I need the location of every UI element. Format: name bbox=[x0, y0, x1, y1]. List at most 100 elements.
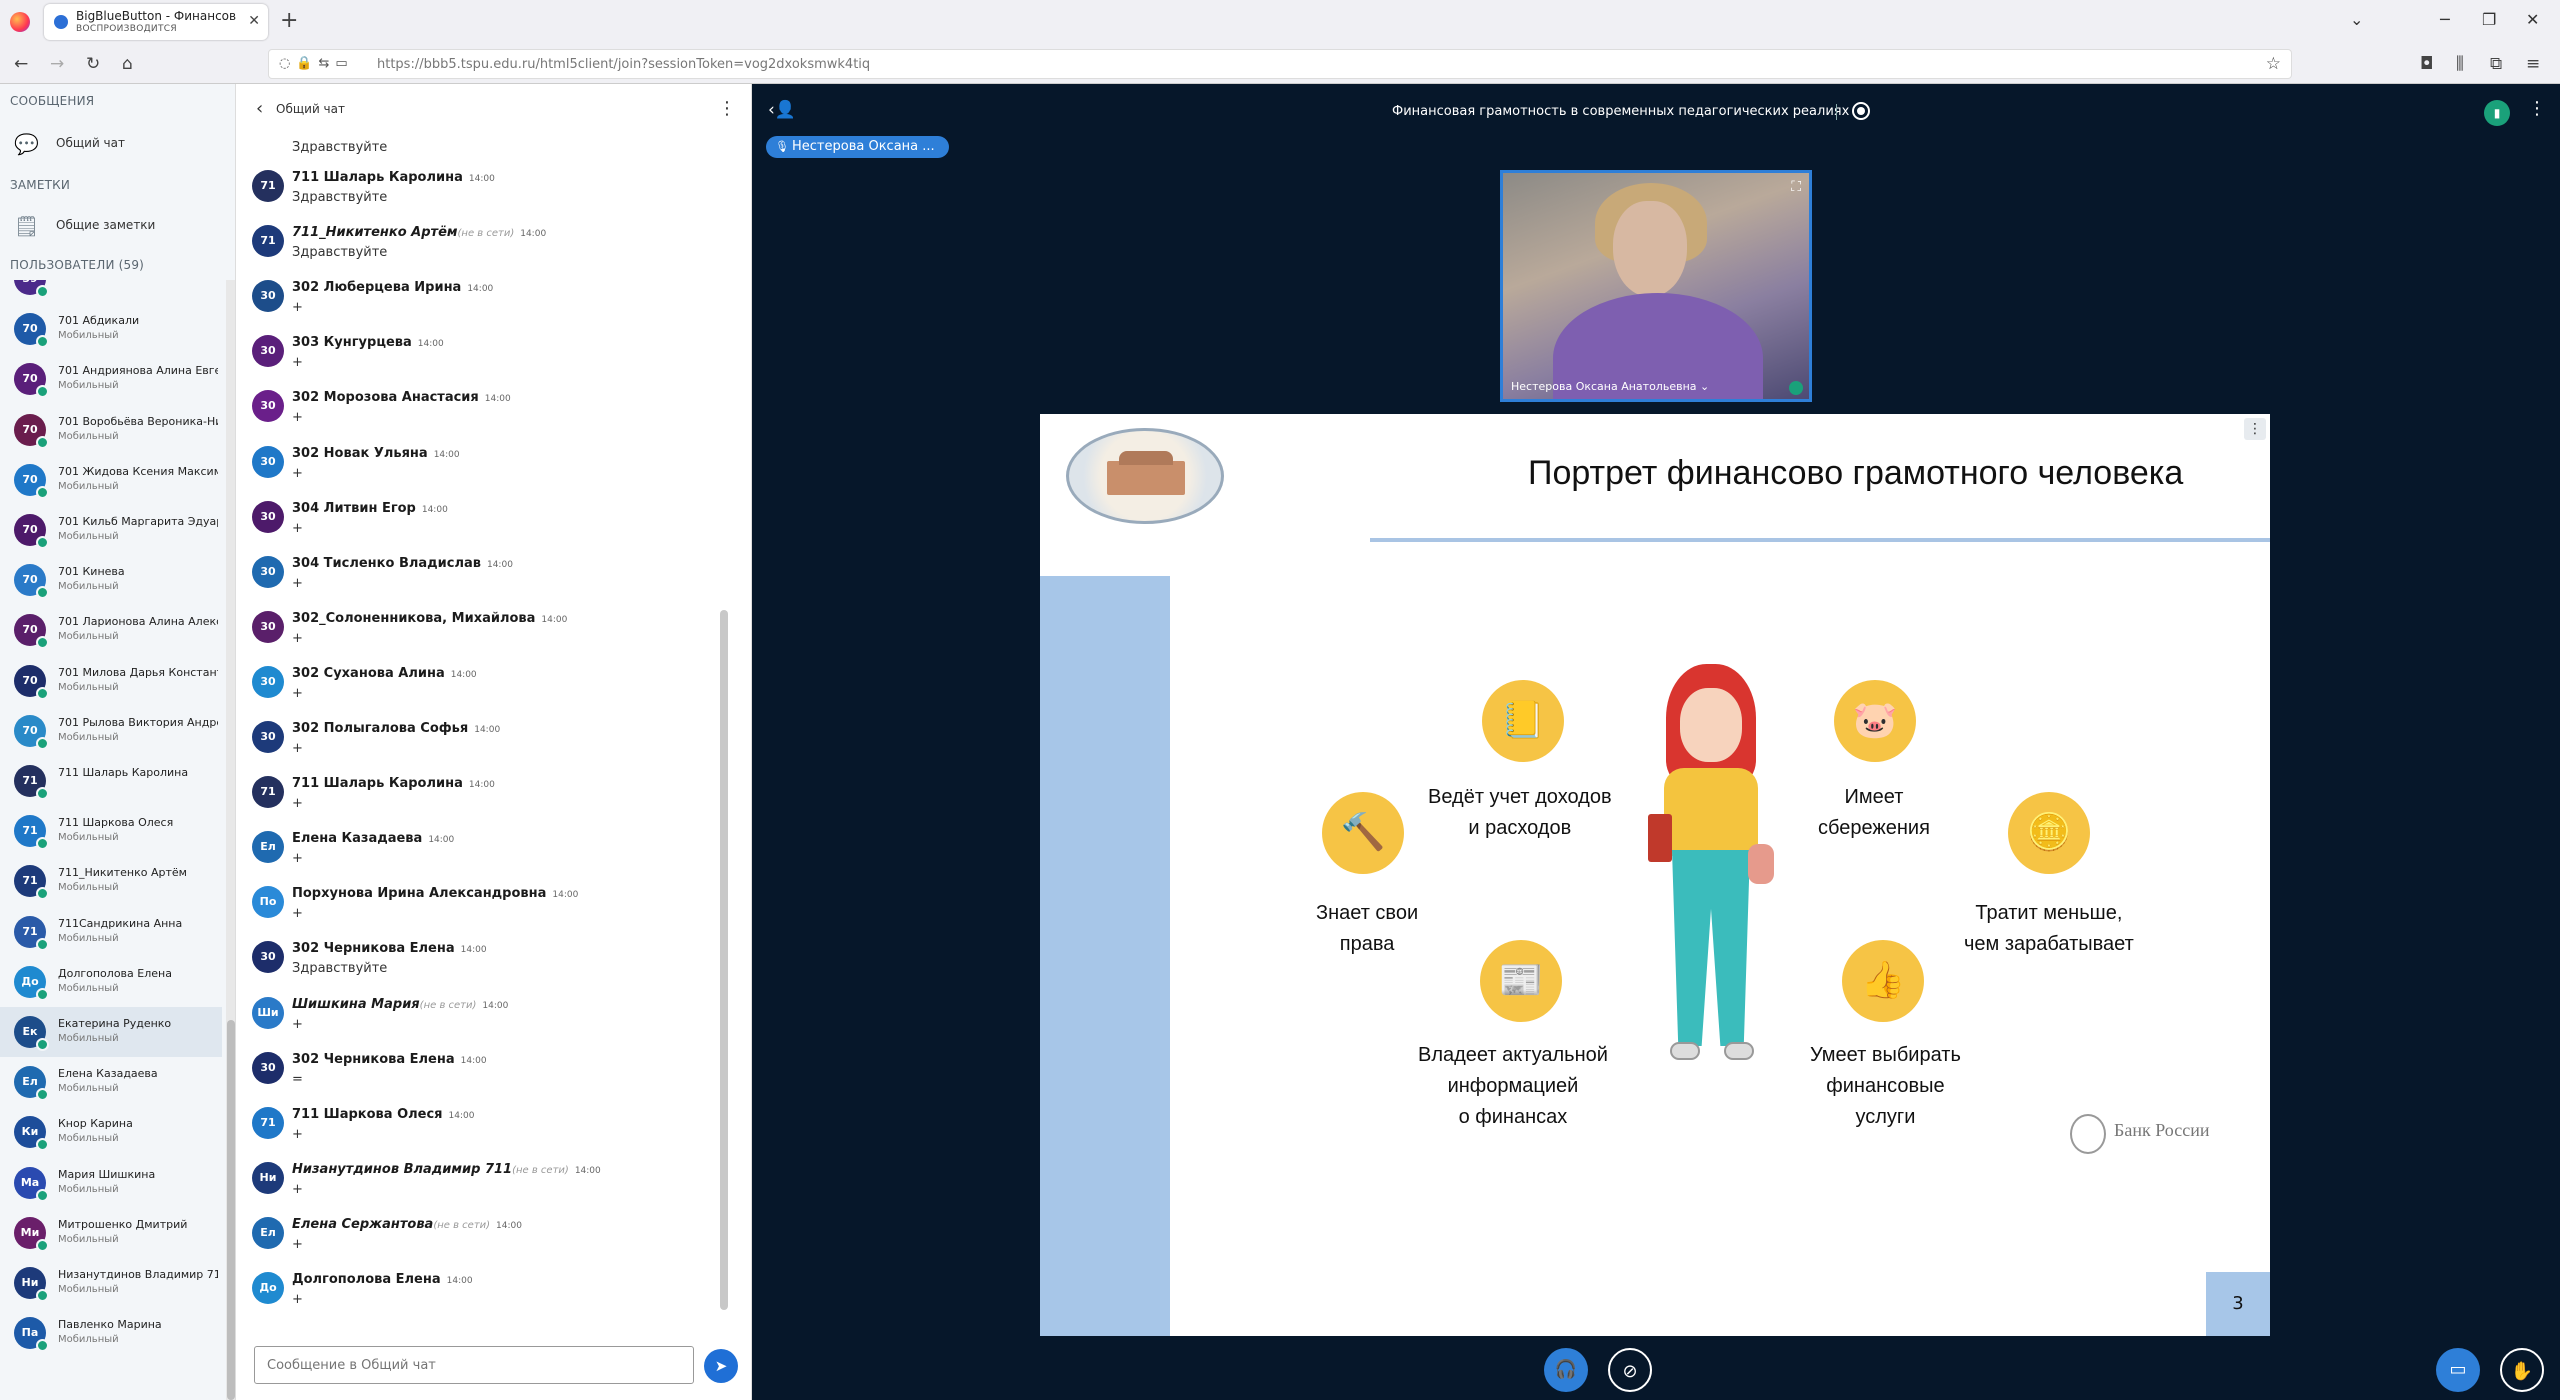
chat-input[interactable] bbox=[255, 1347, 693, 1383]
message-sender: Низанутдинов Владимир 711(не в сети) 14:0… bbox=[292, 1161, 601, 1177]
user-list-item[interactable]: Ми Митрошенко Дмитрий Мобильный bbox=[0, 1208, 222, 1258]
user-list-item[interactable]: 71 711 Шаркова Олеся Мобильный bbox=[0, 806, 222, 856]
raise-hand-button[interactable]: ✋ bbox=[2500, 1348, 2544, 1392]
message-sender: 302 Черникова Елена 14:00 bbox=[292, 1051, 487, 1067]
sidebar-item-public-chat[interactable]: 💬 Общий чат bbox=[14, 126, 224, 162]
reload-icon[interactable]: ↻ bbox=[86, 54, 100, 74]
user-list-item[interactable]: 71 711_Никитенко Артём Мобильный bbox=[0, 856, 222, 906]
user-list-item[interactable]: 70 701 Милова Дарья Константиновна Мобил… bbox=[0, 656, 222, 706]
chat-input-box[interactable] bbox=[254, 1346, 694, 1384]
user-list-item[interactable]: 70 701 Ларионова Алина Александровна Моб… bbox=[0, 605, 222, 655]
presentation-button[interactable]: ▭ bbox=[2436, 1348, 2480, 1392]
user-list-item[interactable]: Ел Елена Казадаева Мобильный bbox=[0, 1057, 222, 1107]
bookmark-star-icon[interactable]: ☆ bbox=[2266, 54, 2281, 74]
message-sender: Елена Казадаева 14:00 bbox=[292, 831, 455, 847]
user-list-item[interactable]: 39 393 Бахарева Софья bbox=[0, 280, 222, 304]
presentation-area: ‹👤 Финансовая грамотность в современных … bbox=[752, 84, 2560, 1400]
tab-close-icon[interactable]: ✕ bbox=[248, 13, 260, 29]
mic-status-icon bbox=[36, 1339, 49, 1353]
scrollbar-thumb[interactable] bbox=[720, 610, 728, 1310]
offline-label: (не в сети) bbox=[457, 228, 515, 240]
record-icon[interactable] bbox=[1852, 102, 1870, 120]
site-info-icons[interactable]: ◌🔒⇆▭ bbox=[279, 56, 354, 71]
browser-tab[interactable]: BigBlueButton - Финансовая г ВОСПРОИЗВОД… bbox=[44, 4, 268, 40]
toggle-userlist-icon[interactable]: ‹👤 bbox=[768, 100, 796, 120]
message-sender: 711 Шаларь Каролина 14:00 bbox=[292, 170, 495, 185]
talking-indicator[interactable]: 🎙 Нестерова Оксана ... bbox=[766, 136, 949, 158]
extensions-icon[interactable]: ⧉ bbox=[2490, 54, 2502, 74]
webcam-name[interactable]: Нестерова Оксана Анатольевна ⌄ bbox=[1511, 380, 1709, 393]
message-text: + bbox=[292, 465, 303, 481]
chat-scrollbar[interactable] bbox=[718, 140, 730, 1316]
close-window-icon[interactable]: ✕ bbox=[2526, 10, 2539, 29]
message-sender: 711 Шаркова Олеся 14:00 bbox=[292, 1106, 475, 1122]
chat-options-icon[interactable]: ⋮ bbox=[718, 98, 736, 119]
user-list-item[interactable]: 70 701 Абдикали Мобильный bbox=[0, 304, 222, 354]
user-list-item[interactable]: Ма Мария Шишкина Мобильный bbox=[0, 1158, 222, 1208]
user-status: Мобильный bbox=[58, 1083, 119, 1095]
user-list-scrollbar[interactable] bbox=[226, 280, 235, 1400]
avatar: 30 bbox=[252, 335, 284, 368]
user-list-item[interactable]: Ек Екатерина Руденко Мобильный bbox=[0, 1007, 222, 1057]
chat-message: 30 302 Люберцева Ирина 14:00 + bbox=[236, 272, 736, 327]
send-icon[interactable]: ➤ bbox=[704, 1349, 738, 1383]
chevron-left-icon[interactable]: ‹ bbox=[256, 98, 263, 119]
message-text: Здравствуйте bbox=[292, 190, 388, 205]
library-icon[interactable]: ⫼ bbox=[2456, 54, 2464, 74]
notes-icon: 🗒 bbox=[14, 214, 40, 238]
user-name: 711 Шаларь Каролина bbox=[58, 766, 189, 779]
user-list-item[interactable]: Ни Низанутдинов Владимир 711 Мобильный bbox=[0, 1258, 222, 1308]
bank-eagle-icon bbox=[2070, 1114, 2106, 1154]
avatar: 70 bbox=[14, 463, 49, 499]
message-text: + bbox=[292, 1126, 303, 1142]
message-time: 14:00 bbox=[450, 669, 477, 680]
sidebar-item-shared-notes[interactable]: 🗒 Общие заметки bbox=[14, 208, 224, 244]
pocket-icon[interactable]: ◘ bbox=[2420, 54, 2433, 74]
user-name: Долгополова Елена bbox=[58, 966, 172, 980]
home-icon[interactable]: ⌂ bbox=[122, 54, 133, 74]
user-list-item[interactable]: 70 701 Андриянова Алина Евгеньевна Мобил… bbox=[0, 354, 222, 404]
chat-message: До Долгополова Елена 14:00 + bbox=[236, 1264, 736, 1318]
user-name: 701 Жидова Ксения Максимовна bbox=[58, 464, 218, 478]
user-status: Мобильный bbox=[58, 1033, 119, 1044]
back-icon[interactable]: ← bbox=[14, 54, 28, 74]
message-time: 14:00 bbox=[460, 945, 487, 956]
fullscreen-icon[interactable]: ⛶ bbox=[1791, 179, 1801, 195]
newspaper-icon: 📰 bbox=[1480, 940, 1562, 1022]
message-text: = bbox=[292, 1071, 303, 1087]
user-list-item[interactable]: 70 701 Воробьёва Вероника-Николаевна Моб… bbox=[0, 405, 222, 455]
slide-options-icon[interactable]: ⋮ bbox=[2244, 418, 2266, 440]
user-status: Мобильный bbox=[58, 581, 119, 593]
share-webcam-button[interactable]: ⊘ bbox=[1608, 1348, 1652, 1392]
minimize-icon[interactable]: ─ bbox=[2440, 10, 2450, 29]
monitor-icon: ▭ bbox=[2449, 1359, 2467, 1380]
message-text: Здравствуйте bbox=[292, 245, 388, 261]
forward-icon[interactable]: → bbox=[50, 54, 64, 74]
url-bar[interactable]: ◌🔒⇆▭ https://bbb5.tspu.edu.ru/html5clien… bbox=[268, 49, 2292, 79]
connection-status-icon[interactable]: ▮ bbox=[2484, 100, 2510, 126]
avatar: 71 bbox=[252, 170, 284, 202]
audio-headset-button[interactable]: 🎧 bbox=[1544, 1348, 1588, 1392]
user-list-item[interactable]: 71 711 Шаларь Каролина bbox=[0, 756, 222, 806]
user-list-item[interactable]: Па Павленко Марина Мобильный bbox=[0, 1308, 222, 1358]
user-list-item[interactable]: 70 701 Рылова Виктория Андреевна Мобильн… bbox=[0, 706, 222, 756]
user-list-item[interactable]: Ки Кнор Карина Мобильный bbox=[0, 1107, 222, 1157]
menu-hamburger-icon[interactable]: ≡ bbox=[2526, 54, 2540, 74]
user-list-item[interactable]: 71 711Сандрикина Анна Мобильный bbox=[0, 907, 222, 957]
user-list-item[interactable]: 70 701 Кинева Мобильный bbox=[0, 555, 222, 605]
tab-list-chevron-icon[interactable]: ⌄ bbox=[2350, 10, 2363, 29]
user-list-item[interactable]: 70 701 Жидова Ксения Максимовна Мобильны… bbox=[0, 455, 222, 505]
message-text: + bbox=[292, 851, 303, 867]
user-list-item[interactable]: До Долгополова Елена Мобильный bbox=[0, 957, 222, 1007]
presentation-slide[interactable]: ⋮ Портрет финансово грамотного человека … bbox=[1040, 414, 2270, 1336]
mic-status-icon bbox=[36, 335, 49, 349]
options-icon[interactable]: ⋮ bbox=[2528, 98, 2546, 119]
message-time: 14:00 bbox=[433, 449, 460, 460]
avatar: 30 bbox=[252, 941, 284, 974]
restore-icon[interactable]: ❐ bbox=[2482, 10, 2496, 29]
scrollbar-thumb[interactable] bbox=[227, 1020, 235, 1400]
webcam-video[interactable]: ⛶ Нестерова Оксана Анатольевна ⌄ bbox=[1500, 170, 1812, 402]
chat-message: Ни Низанутдинов Владимир 711(не в сети) 1… bbox=[236, 1154, 736, 1209]
user-list-item[interactable]: 70 701 Кильб Маргарита Эдуардовна Мобиль… bbox=[0, 505, 222, 555]
new-tab-icon[interactable]: + bbox=[280, 8, 298, 33]
